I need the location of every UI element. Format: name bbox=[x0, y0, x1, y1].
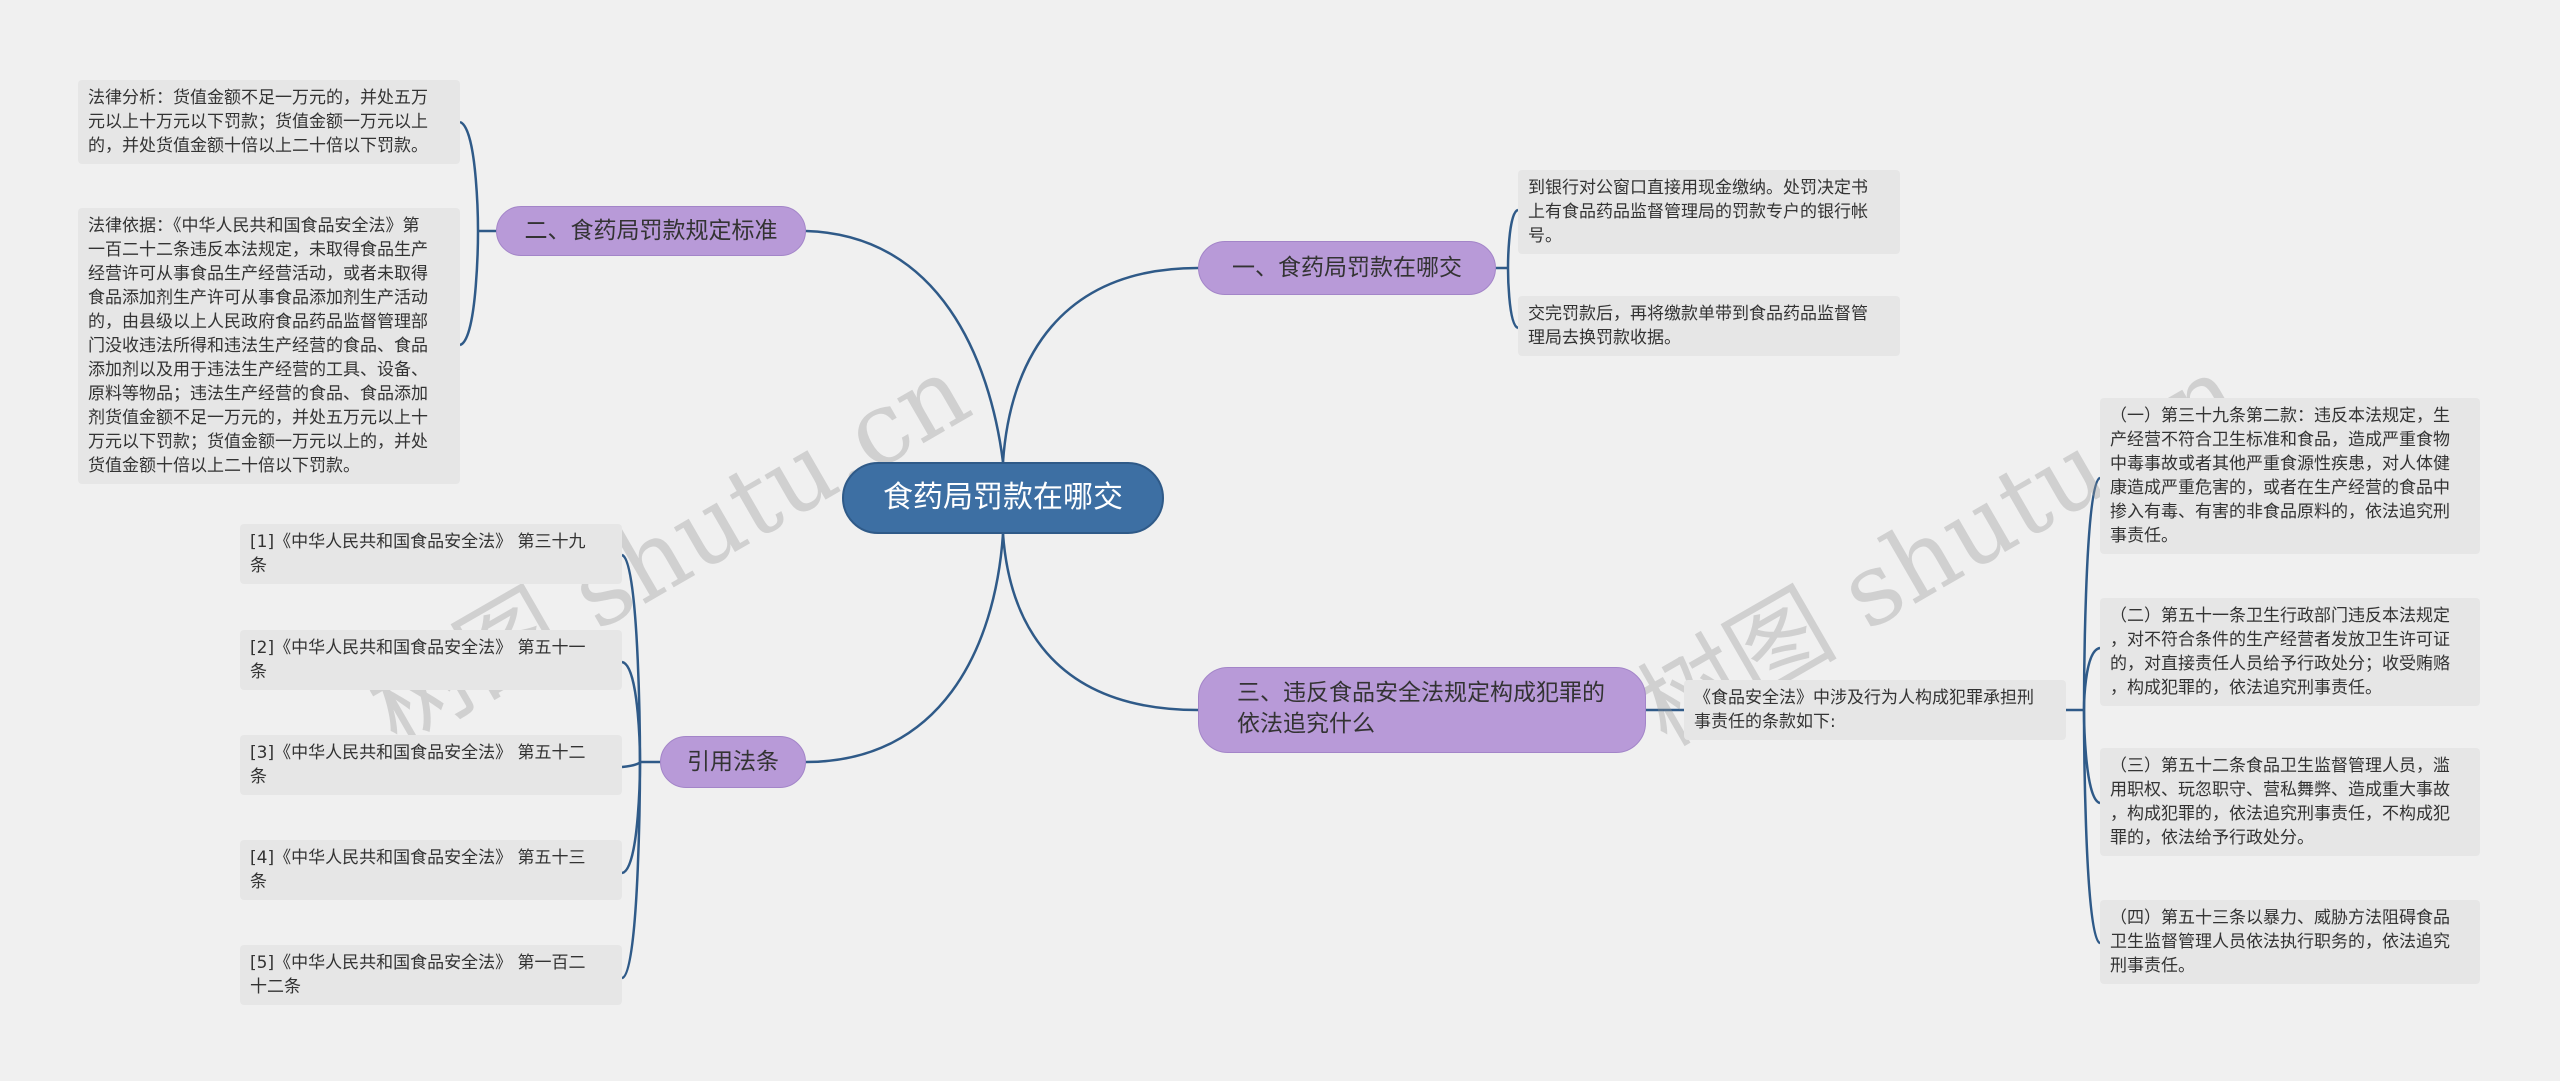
mind-map: 树图 shutu.cn 树图 shutu.cn 食药局罚款在哪交 二、食药局罚款… bbox=[0, 0, 2560, 1081]
leaf-ref-1[interactable]: [1]《中华人民共和国食品安全法》 第三十九 条 bbox=[240, 524, 622, 584]
link-root-crime bbox=[1001, 533, 1199, 712]
leaf-ref-2[interactable]: [2]《中华人民共和国食品安全法》 第五十一 条 bbox=[240, 630, 622, 690]
leaf-where-receipt[interactable]: 交完罚款后，再将缴款单带到食品药品监督管 理局去换罚款收据。 bbox=[1518, 296, 1900, 356]
crime-intro[interactable]: 《食品安全法》中涉及行为人构成犯罪承担刑 事责任的条款如下: bbox=[1684, 680, 2066, 740]
leaf-crime-39[interactable]: （一）第三十九条第二款：违反本法规定，生 产经营不符合卫生标准和食品，造成严重食… bbox=[2100, 398, 2480, 554]
leaf-crime-51[interactable]: （二）第五十一条卫生行政部门违反本法规定 ，对不符合条件的生产经营者发放卫生许可… bbox=[2100, 598, 2480, 706]
leaf-standard-basis[interactable]: 法律依据：《中华人民共和国食品安全法》第 一百二十二条违反本法规定，未取得食品生… bbox=[78, 208, 460, 484]
branch-crime[interactable]: 三、违反食品安全法规定构成犯罪的依法追究什么 bbox=[1198, 667, 1646, 753]
branch-standard[interactable]: 二、食药局罚款规定标准 bbox=[496, 206, 806, 256]
leaf-ref-3[interactable]: [3]《中华人民共和国食品安全法》 第五十二 条 bbox=[240, 735, 622, 795]
link-root-refs bbox=[805, 533, 1005, 764]
leaf-where-pay[interactable]: 到银行对公窗口直接用现金缴纳。处罚决定书 上有食品药品监督管理局的罚款专户的银行… bbox=[1518, 170, 1900, 254]
leaf-ref-5[interactable]: [5]《中华人民共和国食品安全法》 第一百二 十二条 bbox=[240, 945, 622, 1005]
link-root-where bbox=[1001, 266, 1199, 463]
link-root-standard bbox=[805, 229, 1005, 463]
leaf-crime-52[interactable]: （三）第五十二条食品卫生监督管理人员，滥 用职权、玩忽职守、营私舞弊、造成重大事… bbox=[2100, 748, 2480, 856]
branch-where[interactable]: 一、食药局罚款在哪交 bbox=[1198, 241, 1496, 295]
root-topic[interactable]: 食药局罚款在哪交 bbox=[842, 462, 1164, 534]
leaf-standard-analysis[interactable]: 法律分析：货值金额不足一万元的，并处五万 元以上十万元以下罚款；货值金额一万元以… bbox=[78, 80, 460, 164]
leaf-crime-53[interactable]: （四）第五十三条以暴力、威胁方法阻碍食品 卫生监督管理人员依法执行职务的，依法追… bbox=[2100, 900, 2480, 984]
branch-refs[interactable]: 引用法条 bbox=[660, 736, 806, 788]
leaf-ref-4[interactable]: [4]《中华人民共和国食品安全法》 第五十三 条 bbox=[240, 840, 622, 900]
